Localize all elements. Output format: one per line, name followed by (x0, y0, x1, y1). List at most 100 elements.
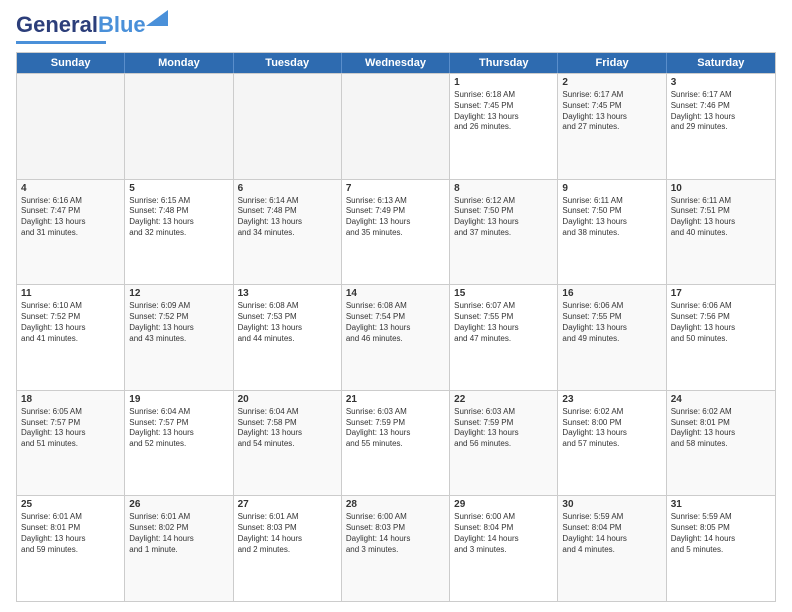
cell-info: Sunrise: 6:13 AMSunset: 7:49 PMDaylight:… (346, 196, 445, 239)
cell-info: Sunrise: 6:11 AMSunset: 7:50 PMDaylight:… (562, 196, 661, 239)
day-number: 7 (346, 183, 445, 194)
calendar: SundayMondayTuesdayWednesdayThursdayFrid… (16, 52, 776, 602)
cell-info: Sunrise: 6:00 AMSunset: 8:03 PMDaylight:… (346, 512, 445, 555)
calendar-cell: 28 Sunrise: 6:00 AMSunset: 8:03 PMDayligh… (342, 496, 450, 601)
weekday-header: Saturday (667, 53, 775, 73)
logo-general: General (16, 12, 98, 37)
calendar-cell: 10 Sunrise: 6:11 AMSunset: 7:51 PMDayligh… (667, 180, 775, 285)
cell-info: Sunrise: 6:06 AMSunset: 7:55 PMDaylight:… (562, 301, 661, 344)
weekday-header: Tuesday (234, 53, 342, 73)
cell-info: Sunrise: 6:01 AMSunset: 8:03 PMDaylight:… (238, 512, 337, 555)
calendar-cell (234, 74, 342, 179)
calendar-cell: 19Sunrise: 6:04 AMSunset: 7:57 PMDayligh… (125, 391, 233, 496)
day-number: 11 (21, 288, 120, 299)
cell-info: Sunrise: 6:17 AMSunset: 7:45 PMDaylight:… (562, 90, 661, 133)
logo-icon (146, 10, 168, 26)
calendar-cell: 29 Sunrise: 6:00 AMSunset: 8:04 PMDayligh… (450, 496, 558, 601)
cell-info: Sunrise: 6:04 AMSunset: 7:58 PMDaylight:… (238, 407, 337, 450)
day-number: 27 (238, 499, 337, 510)
day-number: 29 (454, 499, 553, 510)
logo: GeneralBlue (16, 12, 146, 44)
cell-info: Sunrise: 6:07 AMSunset: 7:55 PMDaylight:… (454, 301, 553, 344)
cell-info: Sunrise: 6:11 AMSunset: 7:51 PMDaylight:… (671, 196, 771, 239)
calendar-row: 25Sunrise: 6:01 AMSunset: 8:01 PMDayligh… (17, 495, 775, 601)
day-number: 9 (562, 183, 661, 194)
weekday-header: Thursday (450, 53, 558, 73)
calendar-cell: 13Sunrise: 6:08 AMSunset: 7:53 PMDayligh… (234, 285, 342, 390)
page: GeneralBlue SundayMondayTuesdayWednesday… (0, 0, 792, 612)
weekday-header: Wednesday (342, 53, 450, 73)
cell-info: Sunrise: 6:18 AMSunset: 7:45 PMDaylight:… (454, 90, 553, 133)
day-number: 6 (238, 183, 337, 194)
cell-info: Sunrise: 6:10 AMSunset: 7:52 PMDaylight:… (21, 301, 120, 344)
weekday-header: Friday (558, 53, 666, 73)
day-number: 22 (454, 394, 553, 405)
calendar-row: 18 Sunrise: 6:05 AMSunset: 7:57 PMDayligh… (17, 390, 775, 496)
weekday-header: Monday (125, 53, 233, 73)
calendar-cell: 15 Sunrise: 6:07 AMSunset: 7:55 PMDayligh… (450, 285, 558, 390)
logo-underline (16, 41, 106, 44)
header: GeneralBlue (16, 12, 776, 44)
calendar-cell: 5 Sunrise: 6:15 AMSunset: 7:48 PMDaylight… (125, 180, 233, 285)
calendar-cell: 18 Sunrise: 6:05 AMSunset: 7:57 PMDayligh… (17, 391, 125, 496)
day-number: 14 (346, 288, 445, 299)
calendar-cell: 21 Sunrise: 6:03 AMSunset: 7:59 PMDayligh… (342, 391, 450, 496)
calendar-cell: 3 Sunrise: 6:17 AMSunset: 7:46 PMDaylight… (667, 74, 775, 179)
day-number: 2 (562, 77, 661, 88)
calendar-row: 1 Sunrise: 6:18 AMSunset: 7:45 PMDaylight… (17, 73, 775, 179)
calendar-row: 4Sunrise: 6:16 AMSunset: 7:47 PMDaylight… (17, 179, 775, 285)
cell-info: Sunrise: 6:01 AMSunset: 8:02 PMDaylight:… (129, 512, 228, 555)
calendar-cell: 2 Sunrise: 6:17 AMSunset: 7:45 PMDaylight… (558, 74, 666, 179)
cell-info: Sunrise: 6:06 AMSunset: 7:56 PMDaylight:… (671, 301, 771, 344)
cell-info: Sunrise: 6:04 AMSunset: 7:57 PMDaylight:… (129, 407, 228, 450)
calendar-cell: 24 Sunrise: 6:02 AMSunset: 8:01 PMDayligh… (667, 391, 775, 496)
day-number: 13 (238, 288, 337, 299)
cell-info: Sunrise: 6:12 AMSunset: 7:50 PMDaylight:… (454, 196, 553, 239)
day-number: 12 (129, 288, 228, 299)
day-number: 25 (21, 499, 120, 510)
calendar-cell (125, 74, 233, 179)
day-number: 23 (562, 394, 661, 405)
calendar-cell: 30Sunrise: 5:59 AMSunset: 8:04 PMDayligh… (558, 496, 666, 601)
day-number: 10 (671, 183, 771, 194)
cell-info: Sunrise: 6:03 AMSunset: 7:59 PMDaylight:… (454, 407, 553, 450)
calendar-cell: 7 Sunrise: 6:13 AMSunset: 7:49 PMDaylight… (342, 180, 450, 285)
day-number: 18 (21, 394, 120, 405)
calendar-cell: 22 Sunrise: 6:03 AMSunset: 7:59 PMDayligh… (450, 391, 558, 496)
cell-info: Sunrise: 6:02 AMSunset: 8:01 PMDaylight:… (671, 407, 771, 450)
cell-info: Sunrise: 6:14 AMSunset: 7:48 PMDaylight:… (238, 196, 337, 239)
calendar-cell: 27 Sunrise: 6:01 AMSunset: 8:03 PMDayligh… (234, 496, 342, 601)
day-number: 15 (454, 288, 553, 299)
calendar-cell: 23Sunrise: 6:02 AMSunset: 8:00 PMDayligh… (558, 391, 666, 496)
calendar-cell: 31 Sunrise: 5:59 AMSunset: 8:05 PMDayligh… (667, 496, 775, 601)
day-number: 28 (346, 499, 445, 510)
calendar-cell: 17Sunrise: 6:06 AMSunset: 7:56 PMDayligh… (667, 285, 775, 390)
day-number: 21 (346, 394, 445, 405)
day-number: 3 (671, 77, 771, 88)
calendar-cell: 12Sunrise: 6:09 AMSunset: 7:52 PMDayligh… (125, 285, 233, 390)
day-number: 26 (129, 499, 228, 510)
day-number: 5 (129, 183, 228, 194)
cell-info: Sunrise: 6:05 AMSunset: 7:57 PMDaylight:… (21, 407, 120, 450)
calendar-cell: 4Sunrise: 6:16 AMSunset: 7:47 PMDaylight… (17, 180, 125, 285)
cell-info: Sunrise: 6:16 AMSunset: 7:47 PMDaylight:… (21, 196, 120, 239)
cell-info: Sunrise: 6:08 AMSunset: 7:54 PMDaylight:… (346, 301, 445, 344)
calendar-cell: 1 Sunrise: 6:18 AMSunset: 7:45 PMDaylight… (450, 74, 558, 179)
cell-info: Sunrise: 6:15 AMSunset: 7:48 PMDaylight:… (129, 196, 228, 239)
day-number: 1 (454, 77, 553, 88)
day-number: 16 (562, 288, 661, 299)
calendar-cell: 8Sunrise: 6:12 AMSunset: 7:50 PMDaylight… (450, 180, 558, 285)
calendar-header: SundayMondayTuesdayWednesdayThursdayFrid… (17, 53, 775, 73)
cell-info: Sunrise: 6:17 AMSunset: 7:46 PMDaylight:… (671, 90, 771, 133)
calendar-cell: 16 Sunrise: 6:06 AMSunset: 7:55 PMDayligh… (558, 285, 666, 390)
cell-info: Sunrise: 6:03 AMSunset: 7:59 PMDaylight:… (346, 407, 445, 450)
cell-info: Sunrise: 6:00 AMSunset: 8:04 PMDaylight:… (454, 512, 553, 555)
day-number: 31 (671, 499, 771, 510)
logo-blue: Blue (98, 12, 146, 37)
day-number: 24 (671, 394, 771, 405)
calendar-cell: 25Sunrise: 6:01 AMSunset: 8:01 PMDayligh… (17, 496, 125, 601)
calendar-cell: 14 Sunrise: 6:08 AMSunset: 7:54 PMDayligh… (342, 285, 450, 390)
cell-info: Sunrise: 5:59 AMSunset: 8:04 PMDaylight:… (562, 512, 661, 555)
day-number: 20 (238, 394, 337, 405)
cell-info: Sunrise: 5:59 AMSunset: 8:05 PMDaylight:… (671, 512, 771, 555)
